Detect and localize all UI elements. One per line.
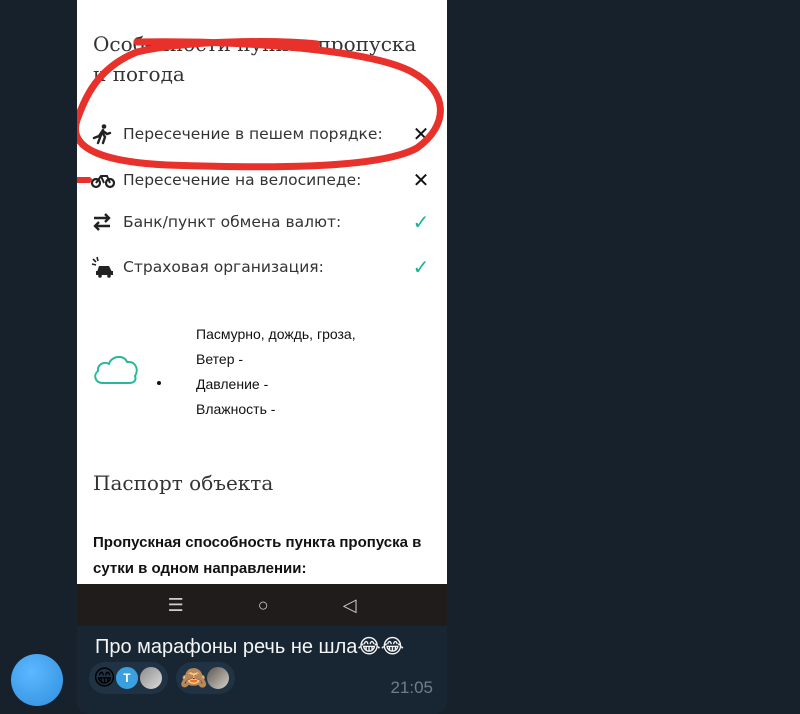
cloud-icon — [94, 356, 138, 384]
exchange-icon — [91, 211, 117, 233]
message-bubble[interactable]: Особенности пункта пропуска и погода Пер… — [77, 0, 447, 714]
weather-condition: Пасмурно, дождь, гроза, — [196, 326, 356, 342]
message-time: 21:05 — [390, 678, 433, 697]
feature-label: Страховая организация: — [123, 258, 324, 276]
check-icon: ✓ — [412, 256, 430, 279]
menu-icon: ☰ — [167, 594, 184, 615]
weather-section-title: Особенности пункта пропуска и погода — [93, 32, 417, 86]
passport-section-title: Паспорт объекта — [93, 471, 274, 495]
feature-row-exchange: Банк/пункт обмена валют: ✓ — [91, 207, 436, 237]
check-icon: ✓ — [412, 211, 430, 234]
capacity-label: Пропускная способность пункта пропуска в… — [93, 534, 422, 577]
reaction-monkey[interactable]: 🙈 — [175, 662, 236, 694]
reaction-grin[interactable]: 😁 Т — [89, 662, 168, 694]
feature-row-bicycle: Пересечение на велосипеде: ✕ — [91, 165, 436, 195]
weather-pressure: Давление - — [196, 376, 269, 392]
car-crash-icon — [91, 256, 117, 278]
reactions-bar: 😁 Т 🙈 — [89, 662, 236, 694]
pedestrian-icon — [91, 123, 117, 145]
reactor-avatar — [205, 665, 232, 691]
feature-label: Пересечение на велосипеде: — [123, 171, 362, 189]
weather-wind: Ветер - — [196, 351, 244, 367]
feature-row-pedestrian: Пересечение в пешем порядке: ✕ — [91, 119, 436, 149]
cross-icon: ✕ — [412, 168, 430, 192]
bicycle-icon — [91, 169, 117, 191]
back-icon: ◁ — [342, 594, 357, 615]
screenshot-image[interactable]: Особенности пункта пропуска и погода Пер… — [77, 0, 447, 626]
feature-label: Пересечение в пешем порядке: — [123, 125, 383, 143]
see-no-evil-emoji: 🙈 — [179, 665, 208, 690]
cross-icon: ✕ — [412, 122, 430, 146]
weather-humidity: Влажность - — [196, 401, 276, 417]
bullet-dot — [157, 381, 161, 385]
message-text: Про марафоны речь не шла😂😂 — [95, 636, 405, 658]
weather-info: Пасмурно, дождь, гроза, Ветер - Давление… — [196, 322, 356, 422]
feature-label: Банк/пункт обмена валют: — [123, 213, 342, 231]
home-icon: ○ — [257, 594, 269, 615]
reactor-avatar — [137, 665, 164, 691]
grin-emoji: 😁 — [93, 665, 116, 690]
android-nav-bar: ☰ ○ ◁ — [77, 584, 447, 626]
feature-row-insurance: Страховая организация: ✓ — [91, 252, 436, 282]
reactor-avatar: Т — [113, 665, 140, 691]
sender-avatar[interactable] — [11, 654, 63, 706]
